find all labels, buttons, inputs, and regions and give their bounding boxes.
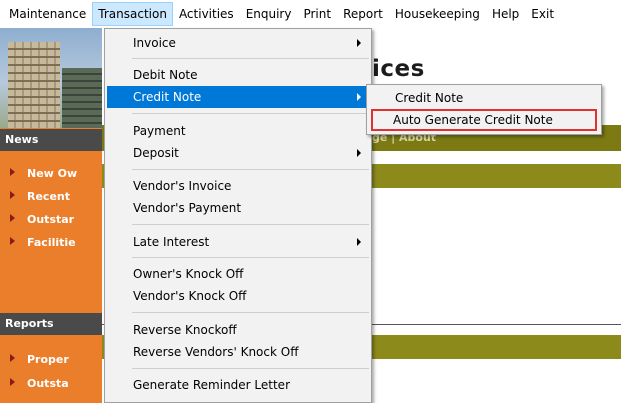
news-link-3[interactable]: Outstar — [0, 210, 102, 230]
menu-separator — [132, 224, 369, 225]
menu-separator — [132, 58, 369, 59]
submenu-item-auto-generate-credit-note[interactable]: Auto Generate Credit Note — [371, 109, 597, 131]
bullet-arrow-icon — [10, 378, 15, 386]
submenu-item-credit-note[interactable]: Credit Note — [369, 87, 599, 109]
menu-item-deposit[interactable]: Deposit — [107, 142, 369, 164]
menu-item-generate-reminder-letter[interactable]: Generate Reminder Letter — [107, 374, 369, 396]
menu-separator — [132, 368, 369, 369]
page-title: ices — [372, 56, 425, 82]
building-photo — [0, 28, 102, 128]
menu-item-vendors-knock-off[interactable]: Vendor's Knock Off — [107, 285, 369, 307]
menu-report[interactable]: Report — [337, 2, 389, 26]
news-link-2[interactable]: Recent — [0, 187, 102, 207]
bullet-arrow-icon — [10, 354, 15, 362]
reports-link-2[interactable]: Outsta — [0, 374, 102, 394]
news-link-4[interactable]: Facilitie — [0, 233, 102, 253]
menu-item-vendors-invoice[interactable]: Vendor's Invoice — [107, 175, 369, 197]
menu-bar: Maintenance Transaction Activities Enqui… — [0, 0, 621, 28]
menu-separator — [132, 113, 369, 114]
bullet-arrow-icon — [10, 237, 15, 245]
menu-separator — [132, 312, 369, 313]
menu-item-credit-note[interactable]: Credit Note — [107, 86, 369, 108]
menu-housekeeping[interactable]: Housekeeping — [389, 2, 486, 26]
bullet-arrow-icon — [10, 191, 15, 199]
menu-separator — [132, 169, 369, 170]
menu-item-reverse-vendors-knock-off[interactable]: Reverse Vendors' Knock Off — [107, 341, 369, 363]
building-tower-image — [8, 42, 60, 128]
bullet-arrow-icon — [10, 168, 15, 176]
news-link-1[interactable]: New Ow — [0, 164, 102, 184]
menu-item-reverse-knockoff[interactable]: Reverse Knockoff — [107, 319, 369, 341]
credit-note-submenu: Credit Note Auto Generate Credit Note — [366, 84, 602, 135]
submenu-arrow-icon — [357, 39, 361, 47]
menu-item-debit-note[interactable]: Debit Note — [107, 64, 369, 86]
submenu-arrow-icon — [357, 93, 361, 101]
menu-item-owners-knock-off[interactable]: Owner's Knock Off — [107, 263, 369, 285]
building-side-image — [62, 68, 102, 128]
reports-header: Reports — [0, 313, 102, 335]
menu-help[interactable]: Help — [486, 2, 525, 26]
bullet-arrow-icon — [10, 214, 15, 222]
menu-print[interactable]: Print — [297, 2, 337, 26]
menu-separator — [132, 257, 369, 258]
menu-transaction[interactable]: Transaction — [92, 2, 173, 26]
submenu-arrow-icon — [357, 238, 361, 246]
sidebar: News New Ow Recent Outstar Facilitie Rep… — [0, 28, 102, 403]
menu-item-late-interest[interactable]: Late Interest — [107, 231, 369, 253]
news-header: News — [0, 129, 102, 151]
menu-exit[interactable]: Exit — [525, 2, 560, 26]
menu-maintenance[interactable]: Maintenance — [3, 2, 92, 26]
menu-item-vendors-payment[interactable]: Vendor's Payment — [107, 197, 369, 219]
menu-item-invoice[interactable]: Invoice — [107, 32, 369, 54]
transaction-menu: Invoice Debit Note Credit Note Payment D… — [104, 28, 372, 403]
menu-enquiry[interactable]: Enquiry — [240, 2, 298, 26]
reports-link-1[interactable]: Proper — [0, 350, 102, 370]
menu-activities[interactable]: Activities — [173, 2, 240, 26]
menu-item-payment[interactable]: Payment — [107, 120, 369, 142]
submenu-arrow-icon — [357, 149, 361, 157]
